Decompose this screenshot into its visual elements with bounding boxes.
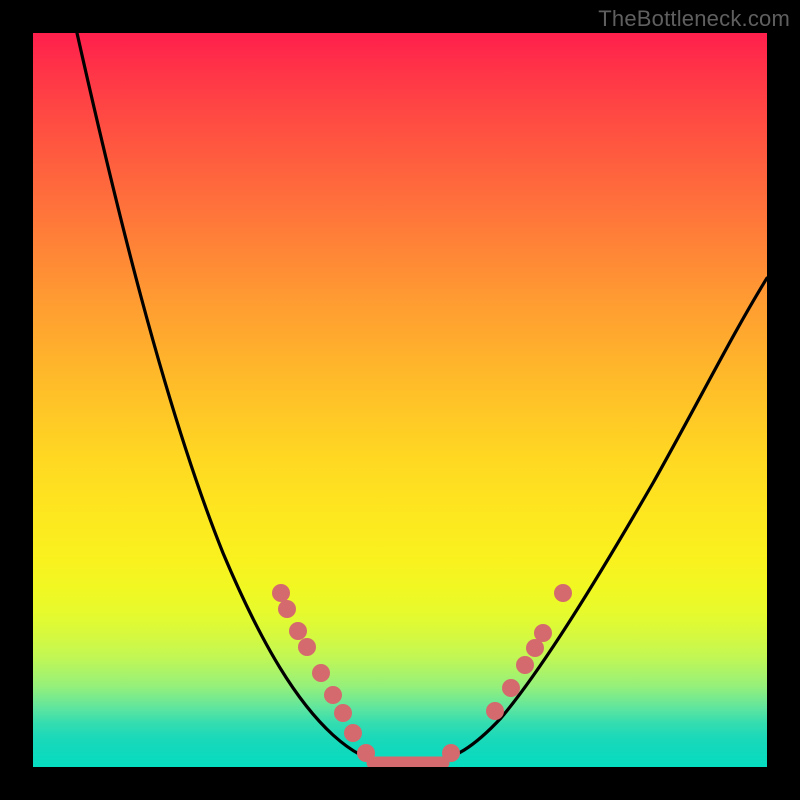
dots-left: [272, 584, 375, 762]
curve-right: [433, 278, 767, 762]
chart-plot-area: [33, 33, 767, 767]
chart-svg: [33, 33, 767, 767]
watermark-text: TheBottleneck.com: [598, 6, 790, 32]
curve-left: [77, 33, 383, 762]
dots-right: [442, 584, 572, 762]
